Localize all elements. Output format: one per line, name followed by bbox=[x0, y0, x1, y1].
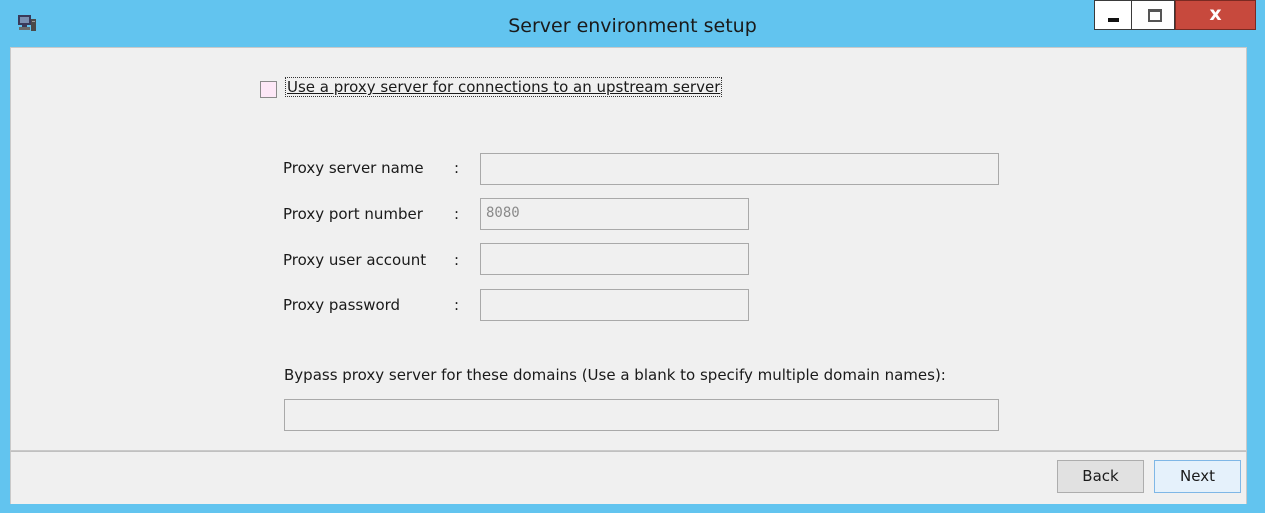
setup-window: Server environment setup x Use a proxy s… bbox=[0, 0, 1265, 513]
field-colon: : bbox=[454, 296, 460, 314]
title-bar: Server environment setup x bbox=[0, 0, 1265, 46]
bypass-domains-label: Bypass proxy server for these domains (U… bbox=[284, 366, 946, 384]
minimize-icon bbox=[1108, 18, 1119, 22]
proxy-password-field[interactable] bbox=[480, 289, 749, 321]
proxy-port-number-label: Proxy port number bbox=[283, 205, 423, 223]
close-icon: x bbox=[1209, 3, 1222, 25]
back-button[interactable]: Back bbox=[1057, 460, 1144, 493]
next-button[interactable]: Next bbox=[1154, 460, 1241, 493]
use-proxy-checkbox[interactable] bbox=[260, 81, 277, 98]
maximize-icon bbox=[1148, 9, 1162, 22]
bypass-domains-field[interactable] bbox=[284, 399, 999, 431]
window-title: Server environment setup bbox=[508, 15, 757, 37]
field-colon: : bbox=[454, 205, 460, 223]
field-colon: : bbox=[454, 251, 460, 269]
close-button[interactable]: x bbox=[1175, 0, 1256, 30]
field-colon: : bbox=[454, 159, 460, 177]
proxy-user-account-label: Proxy user account bbox=[283, 251, 427, 269]
proxy-port-number-field[interactable]: 8080 bbox=[480, 198, 749, 230]
proxy-server-name-field[interactable] bbox=[480, 153, 999, 185]
proxy-password-label: Proxy password bbox=[283, 296, 401, 314]
proxy-server-name-label: Proxy server name bbox=[283, 159, 424, 177]
minimize-button[interactable] bbox=[1094, 0, 1131, 30]
proxy-user-account-field[interactable] bbox=[480, 243, 749, 275]
use-proxy-label[interactable]: Use a proxy server for connections to an… bbox=[284, 77, 723, 97]
maximize-button[interactable] bbox=[1131, 0, 1175, 30]
